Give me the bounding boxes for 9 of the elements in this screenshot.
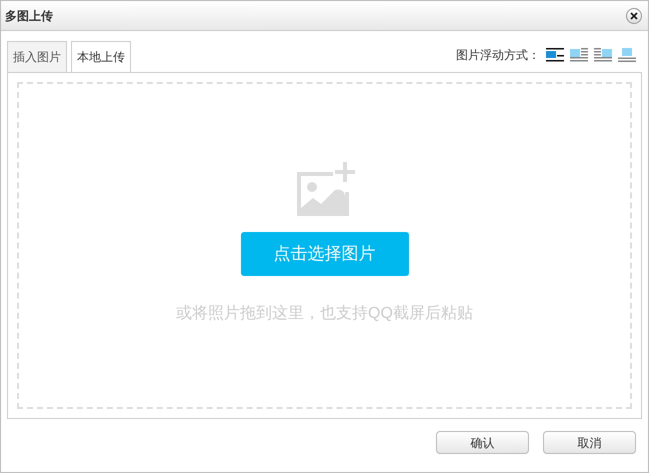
close-icon (630, 12, 638, 20)
dialog-button[interactable]: 确认 (436, 431, 529, 454)
tab[interactable]: 本地上传 (71, 41, 131, 73)
float-mode-icon[interactable] (546, 48, 564, 62)
dialog-button[interactable]: 取消 (543, 431, 636, 454)
tab[interactable]: 插入图片 (7, 41, 67, 73)
window-title: 多图上传 (5, 8, 53, 24)
close-button[interactable] (626, 8, 642, 24)
float-mode-label: 图片浮动方式： (456, 47, 540, 64)
